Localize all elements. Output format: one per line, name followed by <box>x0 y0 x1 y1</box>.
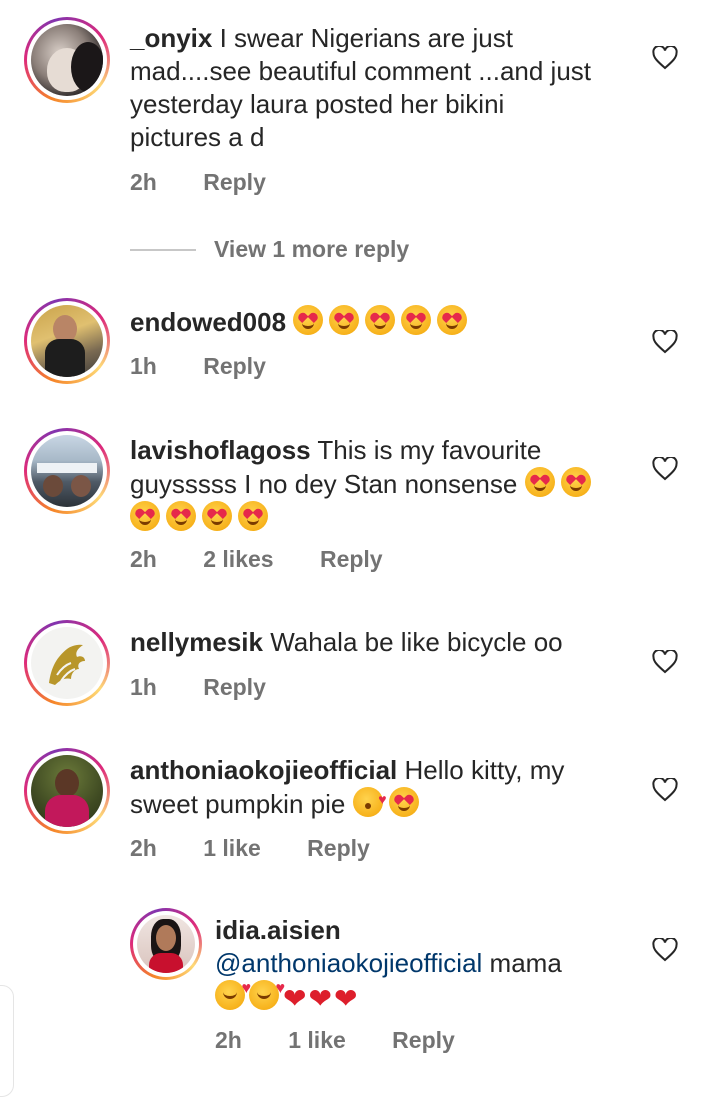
likes-count[interactable]: 1 like <box>288 1027 346 1053</box>
emoji-heart-eyes <box>166 501 196 531</box>
reply-button[interactable]: Reply <box>392 1027 455 1053</box>
avatar-onyix[interactable] <box>24 17 110 103</box>
heart-outline-icon[interactable] <box>652 650 678 674</box>
comment-meta: 1h Reply <box>130 353 306 380</box>
emoji-heart-eyes <box>329 305 360 335</box>
username[interactable]: lavishoflagoss <box>130 435 311 465</box>
emoji-red-heart: ❤ <box>333 983 358 1014</box>
reply-button[interactable]: Reply <box>203 674 266 700</box>
username[interactable]: nellymesik <box>130 627 263 657</box>
comment-meta: 1h Reply <box>130 674 306 701</box>
emoji-heart-eyes <box>401 305 432 335</box>
comment-text: mama <box>489 948 562 978</box>
timestamp: 1h <box>130 353 157 379</box>
heart-outline-icon[interactable] <box>652 778 678 802</box>
emoji-red-heart: ❤ <box>308 983 332 1014</box>
comment-body: idia.aisien @anthoniaokojieofficial mama… <box>215 914 635 1015</box>
emoji-heart-eyes <box>238 501 268 531</box>
scroll-edge-handle <box>0 985 14 1097</box>
avatar-nellymesik[interactable] <box>24 620 110 706</box>
avatar-endowed008[interactable] <box>24 298 110 384</box>
comment-body: endowed008 <box>130 305 473 339</box>
comment-body: anthoniaokojieofficial Hello kitty, my s… <box>130 754 630 821</box>
likes-count[interactable]: 2 likes <box>203 546 273 572</box>
emoji-heart-eyes <box>365 305 396 335</box>
comment-text: Wahala be like bicycle oo <box>270 627 563 657</box>
heart-outline-icon[interactable] <box>652 938 678 962</box>
username[interactable]: idia.aisien <box>215 915 341 945</box>
mention-link[interactable]: @anthoniaokojieofficial <box>215 948 482 978</box>
heart-outline-icon[interactable] <box>652 330 678 354</box>
emoji-red-heart: ❤ <box>283 983 307 1014</box>
emoji-heart-eyes <box>388 787 419 817</box>
emoji-heart-eyes <box>293 305 324 335</box>
reply-button[interactable]: Reply <box>203 169 266 195</box>
lion-logo-icon <box>49 644 85 685</box>
avatar-lavishoflagoss[interactable] <box>24 428 110 514</box>
comment-meta: 2h Reply <box>130 169 306 196</box>
emoji-heart-eyes <box>130 501 160 531</box>
avatar-anthoniaokojieofficial[interactable] <box>24 748 110 834</box>
username[interactable]: _onyix <box>130 23 212 53</box>
reply-button[interactable]: Reply <box>203 353 266 379</box>
emoji-heart-eyes <box>524 467 555 497</box>
timestamp: 2h <box>130 169 157 195</box>
heart-outline-icon[interactable] <box>652 457 678 481</box>
comment-body: _onyix I swear Nigerians are just mad...… <box>130 22 600 154</box>
emoji-hug <box>249 972 285 1010</box>
reply-button[interactable]: Reply <box>320 546 383 572</box>
comment-meta: 2h 1 like Reply <box>130 835 410 862</box>
timestamp: 1h <box>130 674 157 700</box>
likes-count[interactable]: 1 like <box>203 835 261 861</box>
heart-outline-icon[interactable] <box>652 46 678 70</box>
emoji-heart-eyes <box>202 501 232 531</box>
divider <box>130 248 196 251</box>
avatar-idia-aisien[interactable] <box>130 908 202 980</box>
username[interactable]: anthoniaokojieofficial <box>130 755 397 785</box>
timestamp: 2h <box>130 835 157 861</box>
comment-body: nellymesik Wahala be like bicycle oo <box>130 626 563 659</box>
emoji-heart-eyes <box>560 467 591 497</box>
view-more-label[interactable]: View 1 more reply <box>214 236 409 263</box>
comment-body: lavishoflagoss This is my favourite guys… <box>130 434 630 535</box>
emoji-heart-eyes <box>437 305 468 335</box>
emoji-hug <box>215 972 251 1010</box>
comment-meta: 2h 1 like Reply <box>215 1027 495 1054</box>
view-more-replies[interactable]: View 1 more reply <box>130 236 409 263</box>
timestamp: 2h <box>130 546 157 572</box>
timestamp: 2h <box>215 1027 242 1053</box>
reply-button[interactable]: Reply <box>307 835 370 861</box>
username[interactable]: endowed008 <box>130 307 286 337</box>
emoji-kiss <box>352 783 387 817</box>
comment-meta: 2h 2 likes Reply <box>130 546 423 573</box>
